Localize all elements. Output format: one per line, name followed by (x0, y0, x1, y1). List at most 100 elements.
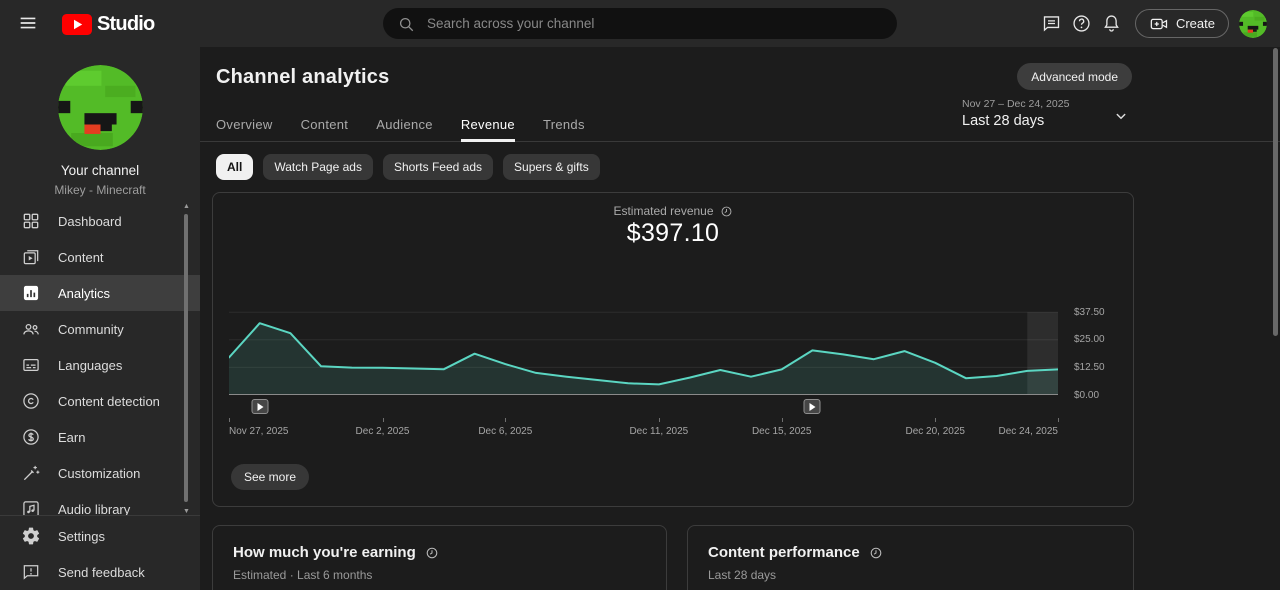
y-tick-label: $0.00 (1074, 390, 1099, 401)
see-more-button[interactable]: See more (231, 464, 309, 490)
sidebar-item-audio-library[interactable]: Audio library (0, 491, 200, 515)
metric-label: Estimated revenue (613, 204, 713, 218)
x-tick (1058, 418, 1059, 422)
sidebar-scrollbar-thumb[interactable] (184, 214, 188, 502)
tab-audience[interactable]: Audience (362, 108, 447, 141)
earn-icon (21, 427, 41, 447)
filter-chip-shorts-feed-ads[interactable]: Shorts Feed ads (383, 154, 493, 180)
create-camera-icon (1149, 14, 1169, 34)
settings-icon (21, 526, 41, 546)
x-tick (782, 418, 783, 422)
top-bar: Studio Create (0, 0, 1280, 47)
sidebar-item-label: Content detection (58, 394, 160, 409)
sidebar-item-community[interactable]: Community (0, 311, 200, 347)
create-button-label: Create (1176, 16, 1215, 31)
video-publish-marker[interactable] (804, 399, 821, 414)
sidebar-item-label: Analytics (58, 286, 110, 301)
page-title: Channel analytics (216, 66, 389, 89)
metric-header: Estimated revenue (213, 204, 1133, 218)
sidebar-item-label: Audio library (58, 502, 130, 516)
analytics-tabs: OverviewContentAudienceRevenueTrends (200, 108, 1280, 142)
sidebar-item-label: Community (58, 322, 124, 337)
sidebar-item-analytics[interactable]: Analytics (0, 275, 200, 311)
x-tick-label: Dec 6, 2025 (478, 426, 532, 437)
sidebar-item-languages[interactable]: Languages (0, 347, 200, 383)
sidebar-item-dashboard[interactable]: Dashboard (0, 203, 200, 239)
x-tick (383, 418, 384, 422)
sidebar-item-label: Settings (58, 529, 105, 544)
sidebar-scrollbar[interactable]: ▲ ▼ (184, 203, 189, 515)
search-icon (397, 15, 415, 33)
languages-icon (21, 355, 41, 375)
tab-overview[interactable]: Overview (216, 108, 287, 141)
help-icon[interactable] (1067, 9, 1097, 39)
sidebar-item-label: Customization (58, 466, 140, 481)
scroll-down-icon[interactable]: ▼ (183, 508, 190, 515)
topbar-actions: Create (1037, 0, 1267, 47)
community-icon (21, 319, 41, 339)
filter-chip-all[interactable]: All (216, 154, 253, 180)
tab-trends[interactable]: Trends (529, 108, 599, 141)
tab-content[interactable]: Content (287, 108, 363, 141)
earning-card-title-text: How much you're earning (233, 544, 416, 561)
create-button[interactable]: Create (1135, 9, 1229, 38)
filter-chip-supers-gifts[interactable]: Supers & gifts (503, 154, 600, 180)
youtube-studio-logo[interactable]: Studio (62, 13, 154, 36)
sidebar-item-settings[interactable]: Settings (0, 518, 200, 554)
sidebar-item-content-detection[interactable]: Content detection (0, 383, 200, 419)
delayed-data-clock-icon[interactable] (869, 546, 883, 560)
tab-revenue[interactable]: Revenue (447, 108, 529, 141)
sidebar-footer: Settings Send feedback (0, 515, 200, 590)
sidebar-item-earn[interactable]: Earn (0, 419, 200, 455)
earning-card[interactable]: How much you're earning Estimated · Last… (212, 525, 667, 590)
page-scrollbar-thumb[interactable] (1273, 48, 1278, 336)
delayed-data-clock-icon[interactable] (425, 546, 439, 560)
sidebar-item-feedback[interactable]: Send feedback (0, 554, 200, 590)
menu-icon[interactable] (17, 12, 39, 34)
sidebar-item-label: Earn (58, 430, 85, 445)
channel-name: Mikey - Minecraft (0, 183, 200, 197)
y-tick-label: $12.50 (1074, 362, 1105, 373)
account-avatar[interactable] (1239, 10, 1267, 38)
feedback-icon (21, 562, 41, 582)
video-publish-markers (229, 399, 1058, 415)
x-axis-labels: Nov 27, 2025Dec 2, 2025Dec 6, 2025Dec 11… (229, 426, 1058, 438)
sidebar-nav: Dashboard Content Analytics Community Langua… (0, 203, 200, 515)
x-tick-label: Dec 24, 2025 (999, 426, 1059, 437)
audio-library-icon (21, 499, 41, 515)
sidebar-item-label: Content (58, 250, 104, 265)
content-performance-card[interactable]: Content performance Last 28 days (687, 525, 1134, 590)
metric-value: $397.10 (213, 219, 1133, 248)
x-tick (935, 418, 936, 422)
content-icon (21, 247, 41, 267)
content-performance-title: Content performance (708, 544, 1133, 561)
x-tick-label: Dec 20, 2025 (905, 426, 965, 437)
feedback-comment-icon[interactable] (1037, 9, 1067, 39)
sidebar-item-content[interactable]: Content (0, 239, 200, 275)
x-tick-label: Dec 15, 2025 (752, 426, 812, 437)
x-tick-label: Dec 11, 2025 (629, 426, 688, 437)
channel-avatar[interactable] (58, 65, 143, 150)
sidebar-item-customization[interactable]: Customization (0, 455, 200, 491)
x-tick (229, 418, 230, 422)
filter-chip-watch-page-ads[interactable]: Watch Page ads (263, 154, 373, 180)
y-tick-label: $37.50 (1074, 307, 1105, 318)
y-axis-labels: $37.50$25.00$12.50$0.00 (1074, 307, 1132, 395)
x-tick-label: Nov 27, 2025 (229, 426, 289, 437)
sidebar: Your channel Mikey - Minecraft Dashboard… (0, 47, 200, 590)
notifications-bell-icon[interactable] (1097, 9, 1127, 39)
chart-plot[interactable] (229, 307, 1058, 395)
video-publish-marker[interactable] (251, 399, 268, 414)
revenue-filter-chips: All Watch Page ads Shorts Feed ads Supers &… (216, 154, 600, 180)
advanced-mode-button[interactable]: Advanced mode (1017, 63, 1132, 90)
x-tick (659, 418, 660, 422)
delayed-data-clock-icon[interactable] (720, 205, 733, 218)
scroll-up-icon[interactable]: ▲ (183, 203, 190, 210)
main-content: Channel analytics Advanced mode Nov 27 –… (200, 47, 1280, 590)
earning-card-subtitle: Estimated · Last 6 months (233, 568, 666, 582)
search-input[interactable] (415, 8, 897, 39)
sidebar-item-label: Dashboard (58, 214, 122, 229)
search-bar[interactable] (383, 8, 897, 39)
customization-icon (21, 463, 41, 483)
x-tick (505, 418, 506, 422)
